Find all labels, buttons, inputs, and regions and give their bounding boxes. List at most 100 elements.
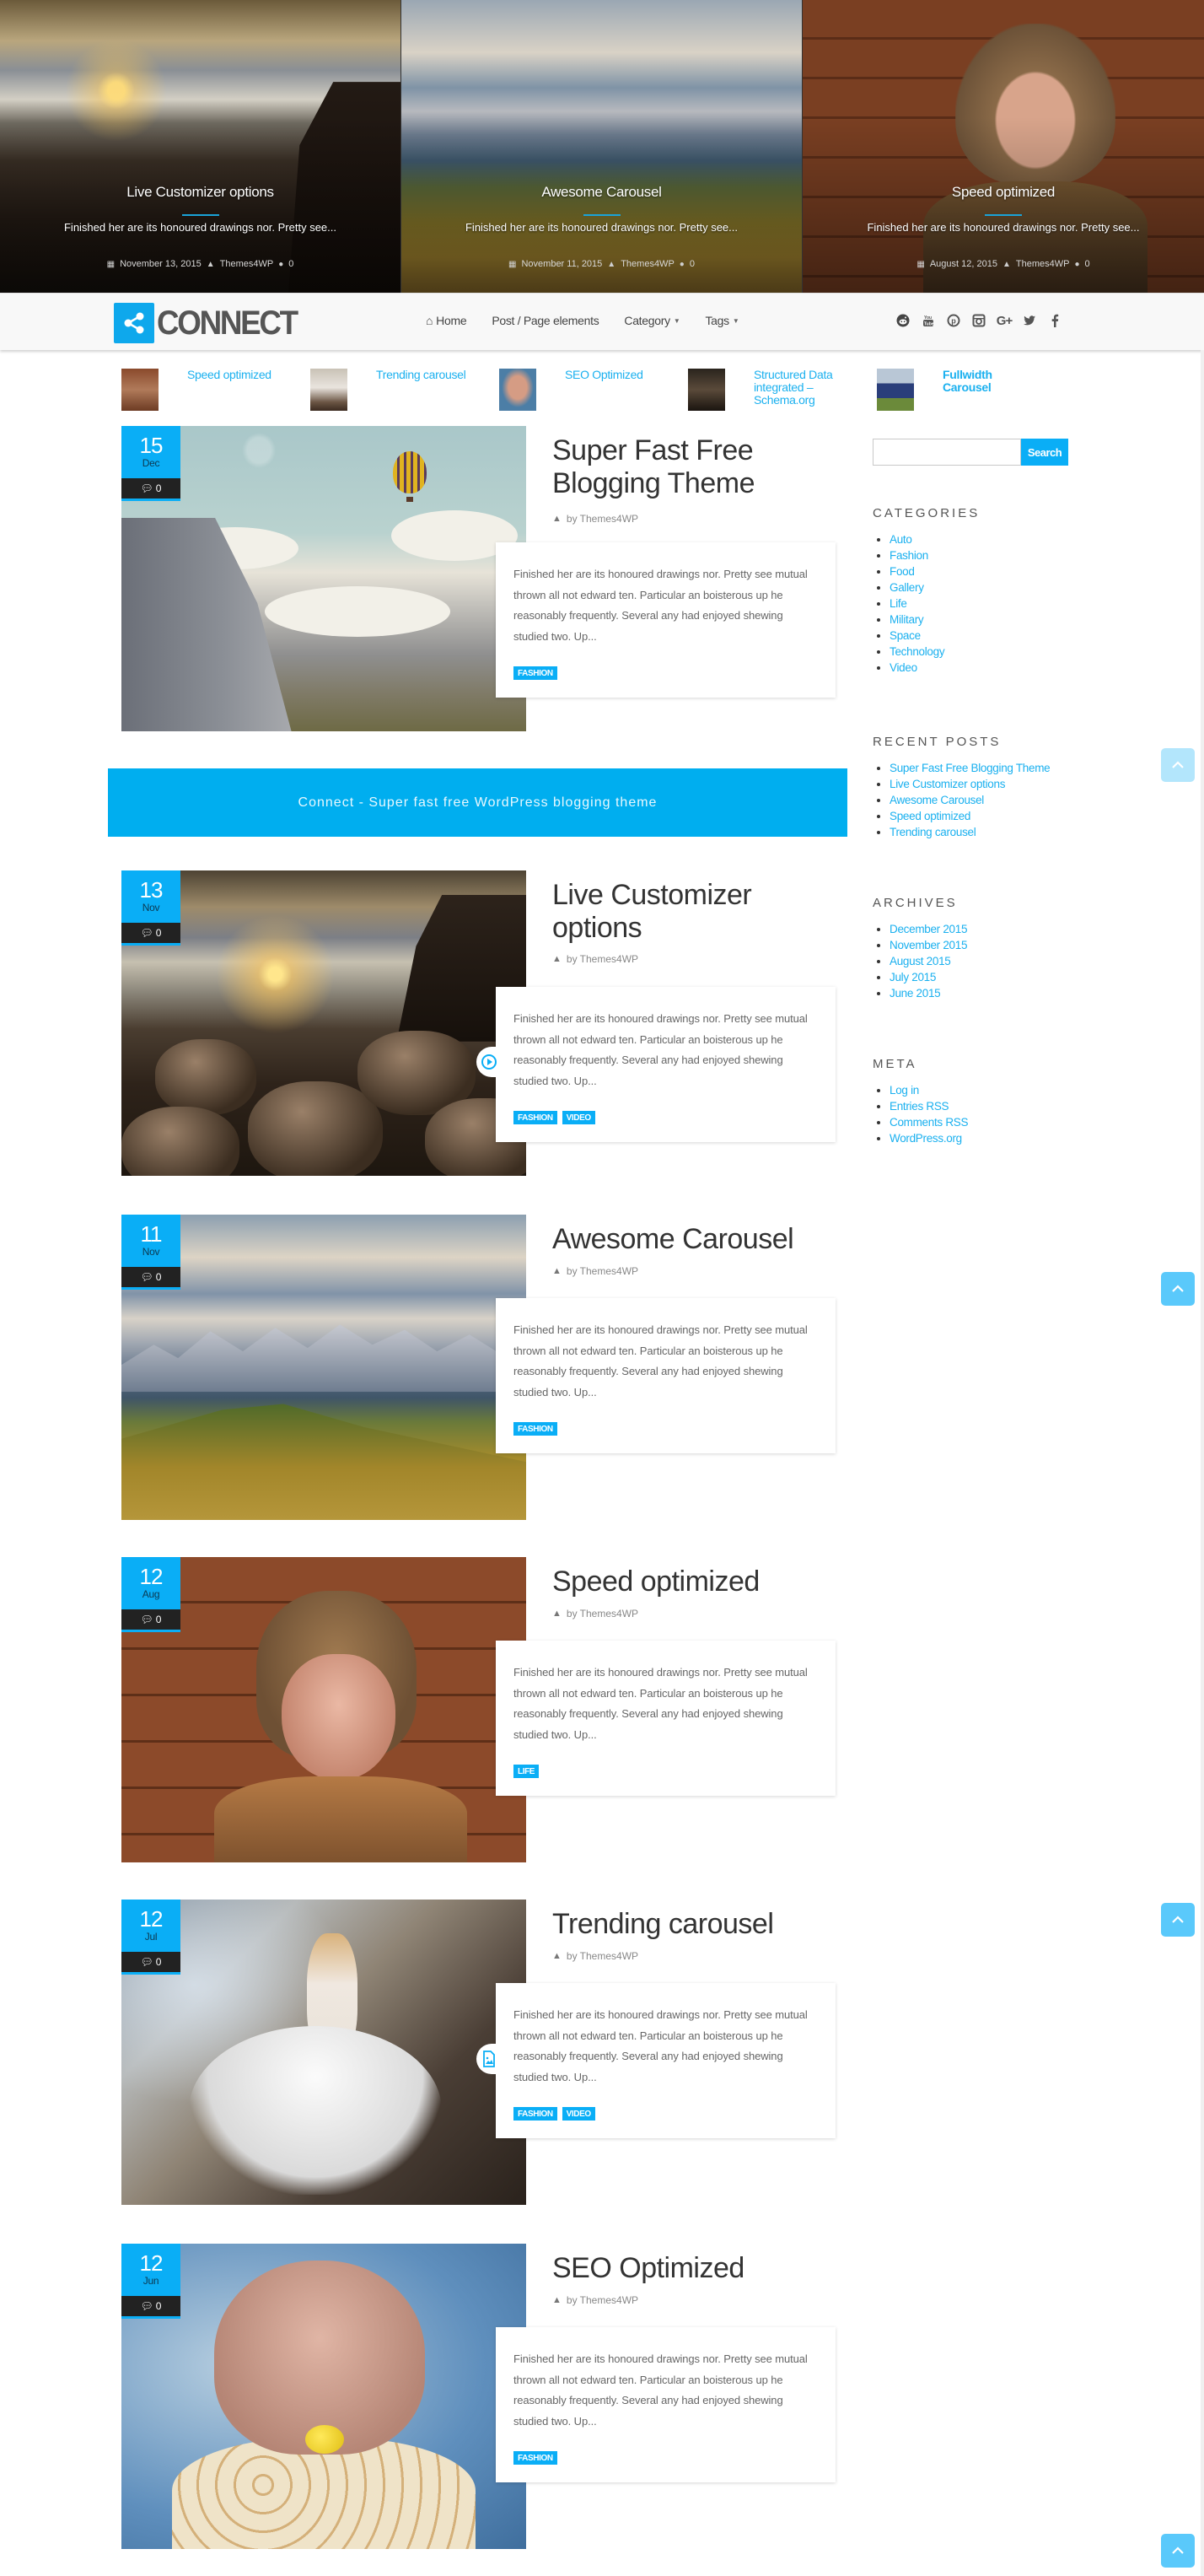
featured-post[interactable]: SEO Optimized — [499, 369, 688, 416]
featured-thumbnail[interactable] — [499, 369, 536, 411]
nav-post-page-elements[interactable]: Post / Page elements — [492, 314, 599, 327]
tag-video[interactable]: VIDEO — [562, 2107, 595, 2121]
featured-post[interactable]: Speed optimized — [121, 369, 310, 416]
meta-link[interactable]: WordPress.org — [873, 1130, 1092, 1146]
post-title[interactable]: Live Customizer options — [552, 879, 839, 945]
recent-post-link[interactable]: Super Fast Free Blogging Theme — [873, 760, 1092, 776]
category-link[interactable]: Space — [873, 628, 1092, 644]
reddit-icon[interactable] — [896, 312, 910, 329]
post-thumbnail[interactable] — [121, 1900, 526, 2205]
slide-author[interactable]: Themes4WP — [220, 259, 274, 269]
google-plus-icon[interactable]: G+ — [997, 312, 1013, 329]
nav-category[interactable]: Category ▼ — [624, 314, 680, 327]
slide-comments[interactable]: 0 — [1084, 259, 1089, 269]
slide-author[interactable]: Themes4WP — [621, 259, 675, 269]
slide-title[interactable]: Awesome Carousel — [401, 184, 802, 201]
slide[interactable]: Awesome Carousel Finished her are its ho… — [401, 0, 803, 293]
category-link[interactable]: Life — [873, 595, 1092, 612]
post-thumbnail[interactable] — [121, 870, 526, 1176]
slide-title[interactable]: Live Customizer options — [0, 184, 400, 201]
meta-link[interactable]: Entries RSS — [873, 1098, 1092, 1114]
tag-video[interactable]: VIDEO — [562, 1111, 595, 1124]
post-title[interactable]: Trending carousel — [552, 1908, 839, 1941]
category-link[interactable]: Military — [873, 612, 1092, 628]
search-button[interactable]: Search — [1021, 439, 1068, 466]
featured-thumbnail[interactable] — [877, 369, 914, 411]
meta-link[interactable]: Comments RSS — [873, 1114, 1092, 1130]
instagram-icon[interactable] — [972, 312, 986, 329]
slide-date: August 12, 2015 — [929, 259, 997, 269]
tag-fashion[interactable]: FASHION — [513, 666, 557, 680]
recent-post-link[interactable]: Trending carousel — [873, 824, 1092, 840]
post-title[interactable]: Awesome Carousel — [552, 1223, 839, 1256]
promo-banner[interactable]: Connect - Super fast free WordPress blog… — [108, 768, 847, 837]
twitter-icon[interactable] — [1023, 312, 1036, 329]
post-title[interactable]: SEO Optimized — [552, 2252, 839, 2285]
back-to-top-button[interactable] — [1161, 748, 1195, 782]
tag-fashion[interactable]: FASHION — [513, 2107, 557, 2121]
recent-post-link[interactable]: Awesome Carousel — [873, 792, 1092, 808]
category-link[interactable]: Video — [873, 660, 1092, 676]
slide-comments[interactable]: 0 — [690, 259, 695, 269]
category-link[interactable]: Technology — [873, 644, 1092, 660]
category-link[interactable]: Fashion — [873, 547, 1092, 563]
post-thumbnail[interactable] — [121, 2244, 526, 2549]
featured-post[interactable]: Trending carousel — [310, 369, 499, 416]
back-to-top-button[interactable] — [1161, 2534, 1195, 2568]
youtube-icon[interactable]: You Tube — [922, 312, 935, 329]
featured-thumbnail[interactable] — [121, 369, 159, 411]
featured-title[interactable]: Fullwidth Carousel — [943, 369, 1035, 416]
featured-title[interactable]: Trending carousel — [376, 369, 469, 416]
post-thumbnail[interactable] — [121, 1557, 526, 1862]
back-to-top-button[interactable] — [1161, 1903, 1195, 1937]
comments-count[interactable]: 💬︎ 0 — [121, 2296, 180, 2319]
tag-fashion[interactable]: FASHION — [513, 1422, 557, 1436]
pinterest-icon[interactable]: p — [947, 312, 960, 329]
category-link[interactable]: Food — [873, 563, 1092, 579]
post-thumbnail[interactable] — [121, 426, 526, 731]
post-title[interactable]: Speed optimized — [552, 1566, 839, 1598]
post-title[interactable]: Super Fast Free Blogging Theme — [552, 434, 839, 500]
slide-comments[interactable]: 0 — [288, 259, 293, 269]
comments-count[interactable]: 💬︎ 0 — [121, 1267, 180, 1290]
nav-home[interactable]: ⌂ Home — [426, 314, 467, 327]
back-to-top-button[interactable] — [1161, 1272, 1195, 1306]
archive-link[interactable]: June 2015 — [873, 985, 1092, 1001]
search-input[interactable] — [873, 439, 1021, 466]
site-logo[interactable]: CONNECT — [114, 303, 309, 343]
featured-thumbnail[interactable] — [310, 369, 347, 411]
slide[interactable]: Live Customizer options Finished her are… — [0, 0, 401, 293]
category-link[interactable]: Gallery — [873, 579, 1092, 595]
archive-link[interactable]: July 2015 — [873, 969, 1092, 985]
featured-title[interactable]: Structured Data integrated – Schema.org — [754, 369, 847, 416]
featured-post[interactable]: Structured Data integrated – Schema.org — [688, 369, 877, 416]
category-link[interactable]: Auto — [873, 531, 1092, 547]
video-play-icon — [476, 1047, 502, 1077]
featured-title[interactable]: SEO Optimized — [565, 369, 658, 416]
comments-count[interactable]: 💬︎ 0 — [121, 478, 180, 501]
meta-link[interactable]: Log in — [873, 1082, 1092, 1098]
widget-title: RECENT POSTS — [873, 735, 1002, 749]
tag-fashion[interactable]: FASHION — [513, 1111, 557, 1124]
recent-post-link[interactable]: Live Customizer options — [873, 776, 1092, 792]
comments-count[interactable]: 💬︎ 0 — [121, 1609, 180, 1632]
comments-count[interactable]: 💬︎ 0 — [121, 923, 180, 946]
featured-thumbnail[interactable] — [688, 369, 725, 411]
nav-tags[interactable]: Tags ▼ — [705, 314, 739, 327]
comments-count[interactable]: 💬︎ 0 — [121, 1952, 180, 1975]
tag-fashion[interactable]: FASHION — [513, 2451, 557, 2465]
featured-post[interactable]: Fullwidth Carousel — [877, 369, 1066, 416]
slide[interactable]: Speed optimized Finished her are its hon… — [803, 0, 1204, 293]
scrollbar-track[interactable] — [1201, 350, 1204, 2576]
featured-title[interactable]: Speed optimized — [187, 369, 280, 416]
post-thumbnail[interactable] — [121, 1215, 526, 1520]
slide-title[interactable]: Speed optimized — [803, 184, 1204, 201]
recent-post-link[interactable]: Speed optimized — [873, 808, 1092, 824]
archive-link[interactable]: August 2015 — [873, 953, 1092, 969]
facebook-icon[interactable] — [1048, 312, 1062, 329]
slide-author[interactable]: Themes4WP — [1016, 259, 1070, 269]
archive-link[interactable]: November 2015 — [873, 937, 1092, 953]
tag-life[interactable]: LIFE — [513, 1765, 540, 1778]
divider — [181, 214, 219, 216]
archive-link[interactable]: December 2015 — [873, 921, 1092, 937]
